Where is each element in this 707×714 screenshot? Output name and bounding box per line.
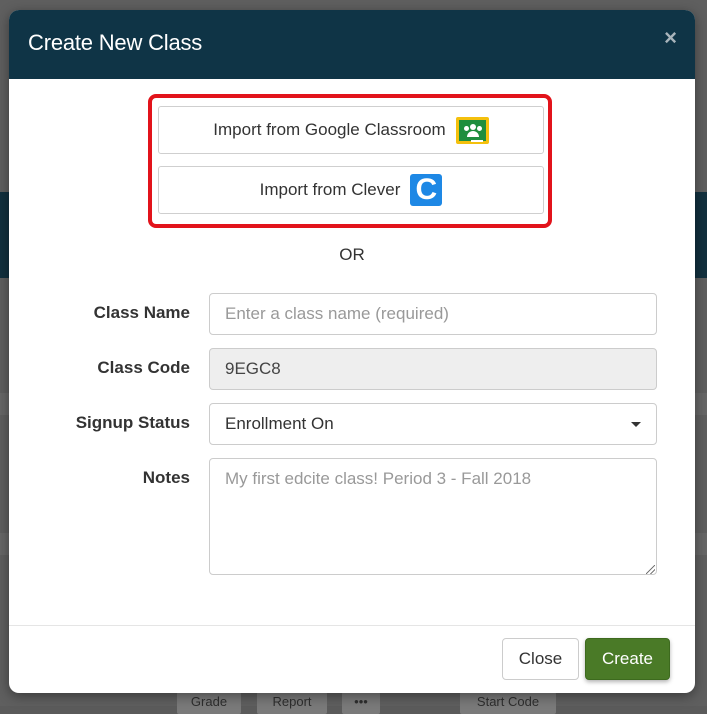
modal-title: Create New Class [28,30,203,55]
google-classroom-icon [455,116,489,144]
notes-label: Notes [142,468,190,487]
signup-status-select[interactable]: Enrollment On [209,403,657,445]
create-button[interactable]: Create [585,638,670,680]
class-code-label: Class Code [97,358,190,377]
import-google-label: Import from Google Classroom [213,120,446,139]
import-clever-button[interactable]: Import from Clever C [158,166,544,214]
import-options-highlight: Import from Google Classroom Import from… [148,94,552,228]
create-class-modal: Create New Class × Import from Google Cl… [9,10,695,693]
chevron-down-icon [631,421,641,427]
close-button[interactable]: Close [502,638,579,680]
import-clever-label: Import from Clever [259,180,401,199]
signup-status-value: Enrollment On [225,414,334,433]
background-report-button: Report [257,692,327,714]
import-google-classroom-button[interactable]: Import from Google Classroom [158,106,544,154]
notes-textarea[interactable] [209,458,657,575]
background-start-code-button: Start Code [460,692,556,714]
clever-icon: C [410,174,443,206]
class-code-field: 9EGC8 [209,348,657,390]
background-grade-button: Grade [177,692,241,714]
or-divider: OR [339,245,365,264]
signup-status-label: Signup Status [75,413,190,432]
close-icon[interactable]: × [664,25,677,51]
class-name-label: Class Name [93,303,190,322]
resize-handle-icon[interactable] [646,565,655,574]
class-name-input[interactable] [209,293,657,335]
background-more-button: ••• [342,692,380,714]
modal-footer: Close Create [9,625,695,693]
modal-header: Create New Class × [9,10,695,79]
